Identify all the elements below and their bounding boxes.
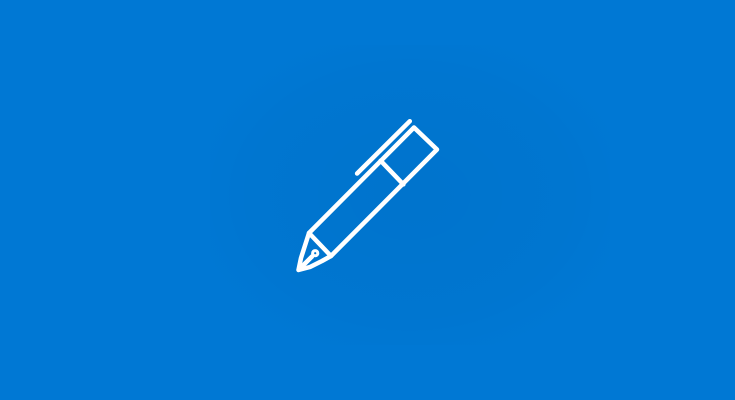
pen-shape <box>296 118 440 273</box>
fountain-pen-icon <box>296 118 440 273</box>
pen-nib-hole <box>311 249 320 258</box>
pen-cap-divider <box>378 158 406 187</box>
app-splash-screen <box>0 0 735 400</box>
pen-body <box>306 125 440 259</box>
